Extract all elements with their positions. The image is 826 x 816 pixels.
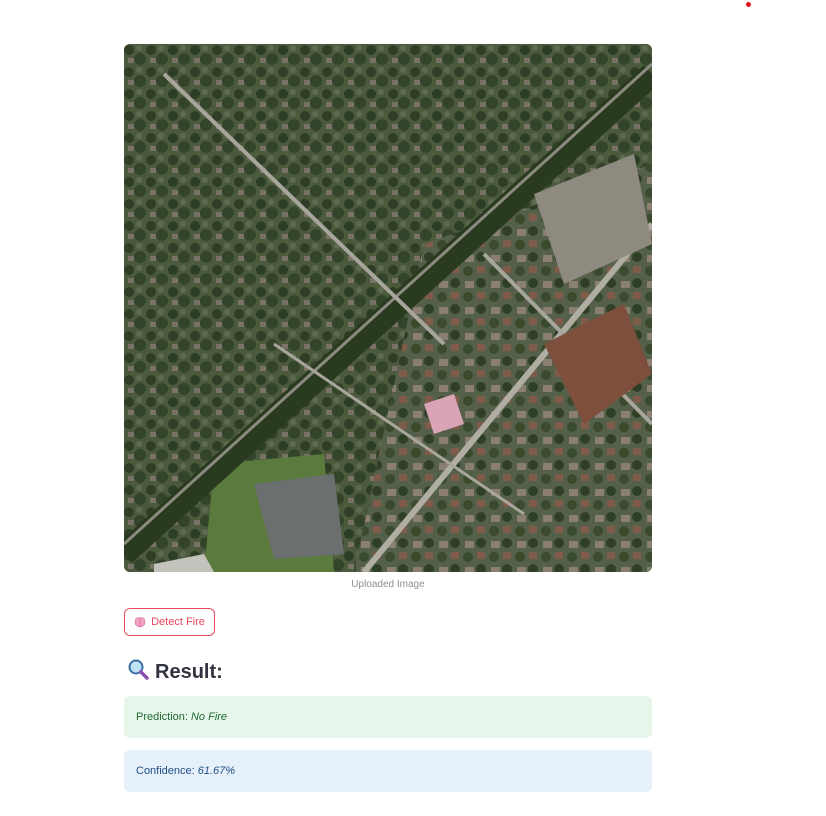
result-title: Result: xyxy=(155,660,223,683)
prediction-label: Prediction: xyxy=(136,711,188,723)
prediction-value: No Fire xyxy=(190,711,228,723)
confidence-value: 61.67% xyxy=(197,765,236,777)
image-caption: Uploaded Image xyxy=(351,579,425,590)
confidence-alert: Confidence: 61.67% xyxy=(124,750,652,792)
detect-fire-label: Detect Fire xyxy=(151,616,205,628)
detect-fire-button[interactable]: Detect Fire xyxy=(124,608,215,636)
brain-icon xyxy=(134,616,146,628)
prediction-alert: Prediction: No Fire xyxy=(124,696,652,738)
uploaded-image xyxy=(124,44,652,572)
confidence-label: Confidence: xyxy=(136,765,195,777)
aerial-photo xyxy=(124,44,652,572)
magnifying-glass-icon xyxy=(127,658,149,686)
running-indicator-dot xyxy=(746,2,751,7)
result-heading: Result: xyxy=(127,658,223,686)
